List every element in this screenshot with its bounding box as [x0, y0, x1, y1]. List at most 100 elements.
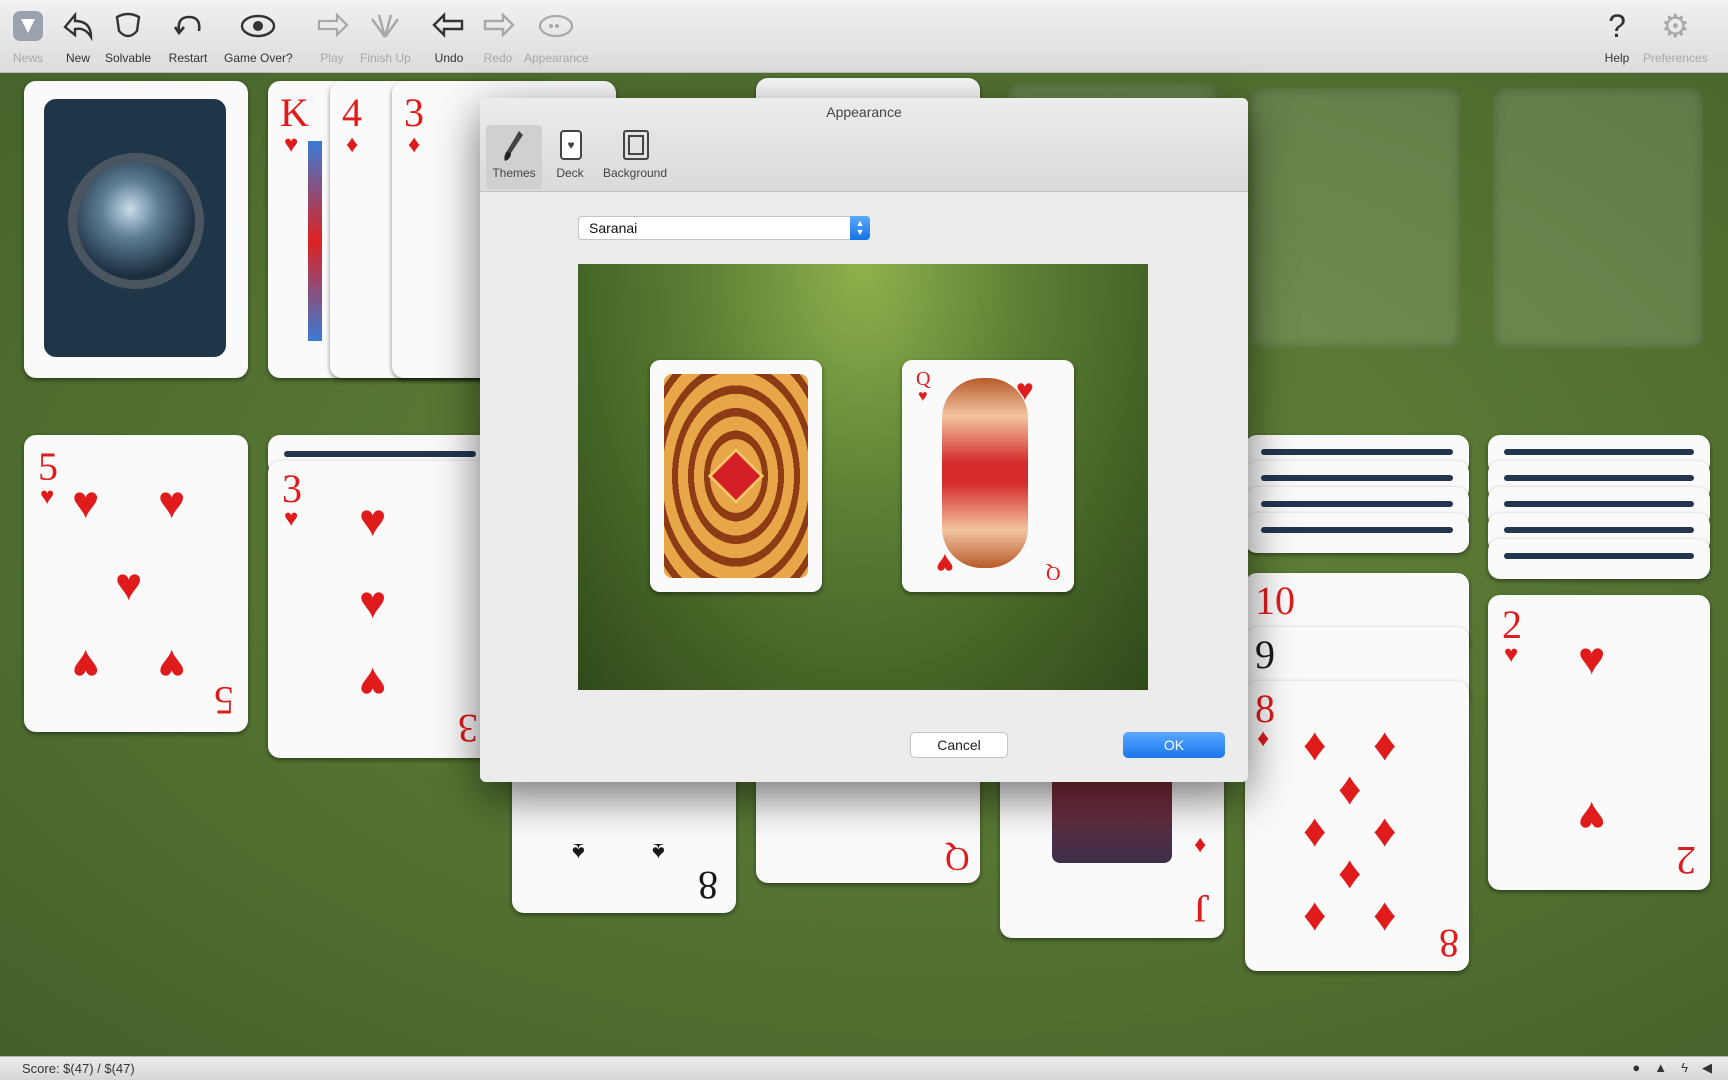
deck-icon: ♥ [555, 127, 585, 166]
eye-icon [238, 6, 278, 46]
tableau-6-card-8[interactable]: 8 ♦ ♦ ♦ ♦ ♦ ♦ ♦ ♦ ♦ 8 [1245, 681, 1469, 971]
status-icons: ● ▲ ϟ ◀ [1632, 1060, 1712, 1076]
card-suit-small: ♥ [284, 505, 299, 532]
card-rank-inverted: 8 [1439, 921, 1459, 966]
card-rank: 9 [1255, 632, 1275, 677]
tab-deck[interactable]: ♥ Deck [548, 125, 592, 189]
warning-icon[interactable]: ▲ [1654, 1060, 1667, 1076]
play-button[interactable]: Play [312, 6, 352, 65]
foundation-slot-4[interactable] [1493, 88, 1703, 348]
dialog-toolbar: Appearance Themes ♥ Deck Background [480, 98, 1248, 192]
game-over-button[interactable]: Game Over? [224, 6, 293, 65]
card-back-edge [1504, 553, 1694, 559]
help-button[interactable]: ? Help [1597, 6, 1637, 66]
undo-button[interactable]: Undo [429, 6, 469, 65]
card-pip: ♦ [1373, 804, 1397, 856]
lightning-icon[interactable]: ϟ [1681, 1060, 1688, 1076]
ruby-gem [707, 447, 765, 505]
preferences-label: Preferences [1643, 51, 1708, 65]
card-pip: ♦ [1338, 846, 1362, 898]
card-rank-inverted: Q [945, 840, 970, 877]
card-pip: ♠ [572, 838, 585, 865]
news-button[interactable]: News [8, 6, 48, 65]
card-back-edge [1504, 527, 1694, 533]
brush-icon [499, 127, 529, 166]
speaker-icon[interactable]: ◀ [1702, 1060, 1712, 1076]
drop-icon[interactable]: ● [1632, 1060, 1640, 1076]
preview-card-back [650, 360, 822, 592]
king-art-edge [308, 141, 322, 341]
card-rank: 4 [342, 90, 362, 135]
appearance-dialog: Appearance Themes ♥ Deck Background Sara… [480, 98, 1248, 782]
card-rank-inverted: J [1194, 886, 1210, 931]
tableau-2-card[interactable]: 3 ♥ ♥ ♥ ♥ 3 [268, 461, 492, 758]
card-suit-small: ♦ [1193, 832, 1206, 859]
preview-card-queen: Q ♥ ♥ ♥ Q [902, 360, 1074, 592]
foundation-slot-3[interactable] [1250, 88, 1460, 348]
gear-icon: ⚙ [1661, 8, 1690, 44]
toolbar: News New Solvable Restart Game Over? Pla… [0, 0, 1728, 73]
tableau-7-card[interactable]: 2 ♥ ♥ ♥ 2 [1488, 595, 1710, 890]
card-pip: ♥ [359, 494, 387, 546]
card-suit-small: ♥ [40, 483, 55, 510]
card-pip: ♦ [1303, 718, 1327, 770]
card-rank-inverted: 8 [698, 863, 718, 908]
background-icon [620, 127, 650, 166]
finish-up-button[interactable]: Finish Up [360, 6, 411, 65]
card-pip: ♥ [115, 558, 143, 610]
theme-preview: Q ♥ ♥ ♥ Q [578, 264, 1148, 690]
ok-button[interactable]: OK [1123, 732, 1225, 758]
tableau-7-facedown [1488, 539, 1710, 579]
card-pip: ♥ [158, 476, 186, 528]
card-rank: 5 [38, 444, 58, 489]
solvable-label: Solvable [105, 51, 152, 65]
card-suit-small: ♥ [918, 388, 928, 405]
card-suit-small: ♦ [1257, 725, 1270, 752]
new-game-icon [58, 6, 98, 46]
card-suit: ♦ [408, 131, 421, 158]
preferences-button[interactable]: ⚙ Preferences [1643, 6, 1708, 65]
card-pip: ♥ [359, 576, 387, 628]
game-over-label: Game Over? [224, 51, 293, 65]
cancel-button[interactable]: Cancel [910, 732, 1008, 758]
svg-text:♥: ♥ [567, 138, 574, 152]
undo-icon [429, 6, 469, 46]
queen-art [942, 378, 1028, 568]
finish-up-label: Finish Up [360, 51, 411, 65]
card-pip: ♥ [1578, 632, 1606, 684]
theme-select[interactable]: Saranai ▲ ▼ [578, 216, 870, 240]
help-label: Help [1604, 51, 1630, 65]
card-back-edge [1261, 501, 1453, 507]
play-label: Play [320, 51, 344, 65]
card-rank-inverted: 5 [214, 678, 234, 723]
play-icon [312, 6, 352, 46]
new-button[interactable]: New [58, 6, 98, 65]
redo-icon [478, 6, 518, 46]
dialog-title: Appearance [826, 104, 902, 120]
theme-select-value: Saranai [589, 220, 638, 236]
solvable-button[interactable]: Solvable [105, 6, 151, 65]
card-back-edge [1504, 449, 1694, 455]
card-back-art [44, 99, 226, 357]
card-rank-inverted: 2 [1676, 838, 1696, 883]
appearance-button[interactable]: Appearance [524, 6, 589, 65]
card-pip: ♥ [158, 640, 186, 692]
restart-button[interactable]: Restart [168, 6, 208, 65]
card-back-edge [1261, 475, 1453, 481]
redo-button[interactable]: Redo [478, 6, 518, 65]
appearance-label: Appearance [524, 51, 589, 65]
card-rank: 3 [404, 90, 424, 135]
card-pip: ♦ [1338, 762, 1362, 814]
tableau-1-card[interactable]: 5 ♥ ♥ ♥ ♥ ♥ ♥ 5 [24, 435, 248, 732]
card-rank: 2 [1502, 602, 1522, 647]
tab-themes[interactable]: Themes [486, 125, 542, 189]
restart-icon [168, 6, 208, 46]
new-label: New [65, 51, 90, 65]
card-pip-inverted: ♥ [936, 547, 954, 580]
stock-pile[interactable] [24, 81, 248, 378]
card-back-pattern [664, 374, 808, 578]
card-pip: ♠ [652, 838, 665, 865]
card-pip: ♦ [1373, 888, 1397, 940]
tab-background[interactable]: Background [596, 125, 674, 189]
card-rank: 10 [1255, 578, 1295, 623]
